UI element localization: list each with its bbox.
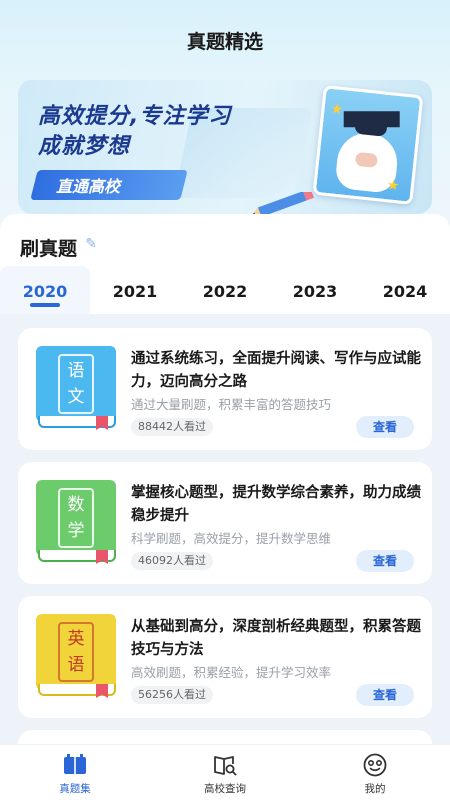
nav-item-question-sets[interactable]: 真题集 [0,745,150,800]
view-button[interactable]: 查看 [356,550,414,572]
book-subject-char-2: 学 [67,521,85,541]
banner-headline: 高效提分,专注学习 成就梦想 [38,102,231,162]
tab-year-2020[interactable]: 2020 [0,266,90,314]
book-subject-char-1: 语 [67,361,85,381]
main-content: 刷真题 ✎ 2020 2021 2022 2023 2024 语 文 通过系统练… [0,214,450,770]
year-tabs: 2020 2021 2022 2023 2024 [0,266,450,314]
book-open-icon [64,754,86,774]
nav-label: 真题集 [59,783,91,795]
book-subject-char-1: 英 [67,629,85,649]
tab-year-2023[interactable]: 2023 [270,266,360,314]
promo-banner[interactable]: 高效提分,专注学习 成就梦想 直通高校 ★ ★ [18,80,432,214]
card-headline: 掌握核心题型，提升数学综合素养，助力成绩稳步提升 [131,485,421,524]
pencil-icon [252,192,314,214]
subject-card-english[interactable]: 英 语 从基础到高分，深度剖析经典题型，积累答题技巧与方法 高效刷题，积累经验，… [18,596,432,718]
view-button[interactable]: 查看 [356,684,414,706]
mascot-photo: ★ ★ [312,85,424,205]
nav-label: 我的 [364,783,386,795]
smile-face-icon [363,753,387,777]
view-count-badge: 46092人看过 [131,552,213,570]
pen-icon: ✎ [85,236,98,252]
book-search-icon [214,756,237,776]
tab-year-2021[interactable]: 2021 [90,266,180,314]
card-description: 科学刷题，高效提分，提升数学思维 [131,531,332,546]
view-count-badge: 56256人看过 [131,686,213,704]
nav-item-college-search[interactable]: 高校查询 [150,745,300,800]
book-subject-char-2: 文 [67,387,85,407]
section-title: 刷真题 ✎ [20,234,97,261]
banner-cta-button[interactable]: 直通高校 [30,170,188,200]
view-button[interactable]: 查看 [356,416,414,438]
card-description: 高效刷题，积累经验，提升学习效率 [131,665,332,680]
book-subject-char-1: 数 [67,495,85,515]
section-title-label: 刷真题 [20,238,78,260]
card-headline: 从基础到高分，深度剖析经典题型，积累答题技巧与方法 [131,619,421,658]
nav-item-profile[interactable]: 我的 [300,745,450,800]
book-subject-char-2: 语 [67,655,85,675]
chinese-book-icon: 语 文 [36,346,116,430]
card-headline: 通过系统练习，全面提升阅读、写作与应试能力，迈向高分之路 [131,351,421,390]
page-title: 真题精选 [186,30,263,53]
bottom-nav: 真题集 高校查询 我的 [0,744,450,800]
app-header: 真题精选 [0,0,450,78]
card-description: 通过大量刷题，积累丰富的答题技巧 [131,397,332,412]
banner-cta-label: 直通高校 [56,177,121,196]
banner-line-1: 高效提分,专注学习 [38,104,232,129]
view-count-badge: 88442人看过 [131,418,213,436]
math-book-icon: 数 学 [36,480,116,564]
tab-year-2022[interactable]: 2022 [180,266,270,314]
banner-line-2: 成就梦想 [38,134,131,159]
subject-card-chinese[interactable]: 语 文 通过系统练习，全面提升阅读、写作与应试能力，迈向高分之路 通过大量刷题，… [18,328,432,450]
nav-label: 高校查询 [204,783,246,795]
card-list: 语 文 通过系统练习，全面提升阅读、写作与应试能力，迈向高分之路 通过大量刷题，… [0,314,450,770]
tab-year-2024[interactable]: 2024 [360,266,450,314]
english-book-icon: 英 语 [36,614,116,698]
subject-card-math[interactable]: 数 学 掌握核心题型，提升数学综合素养，助力成绩稳步提升 科学刷题，高效提分，提… [18,462,432,584]
